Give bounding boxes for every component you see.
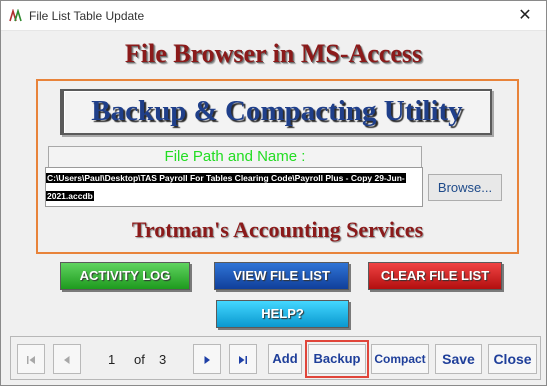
page-title: File Browser in MS-Access (124, 39, 423, 68)
next-record-button[interactable] (193, 344, 221, 374)
record-navigation-bar: 1 of 3 Add Backup Compact Save Close (10, 336, 541, 380)
last-record-button[interactable] (229, 344, 257, 374)
utility-title: Backup & Compacting Utility (91, 95, 463, 127)
total-record-count: 3 (159, 352, 167, 367)
close-button[interactable]: Close (488, 344, 537, 374)
file-path-label: File Path and Name : (48, 146, 422, 167)
browse-button[interactable]: Browse... (428, 174, 502, 201)
file-path-value: C:\Users\Paul\Desktop\TAS Payroll For Ta… (46, 173, 406, 201)
file-path-field[interactable]: C:\Users\Paul\Desktop\TAS Payroll For Ta… (45, 167, 423, 207)
save-button[interactable]: Save (435, 344, 482, 374)
company-name: Trotman's Accounting Services (131, 217, 424, 242)
previous-record-icon (64, 355, 70, 364)
first-record-icon (27, 355, 35, 364)
utility-title-box: Backup & Compacting Utility (60, 89, 492, 135)
view-file-list-button[interactable]: VIEW FILE LIST (214, 262, 349, 290)
last-record-icon (239, 355, 247, 364)
window-title: File List Table Update (29, 9, 145, 23)
next-record-icon (204, 355, 210, 364)
title-bar: File List Table Update ✕ (1, 1, 546, 31)
record-of-label: of (134, 352, 145, 367)
close-icon[interactable]: ✕ (514, 5, 536, 27)
backup-button[interactable]: Backup (308, 344, 366, 374)
add-button[interactable]: Add (268, 344, 302, 374)
backup-panel: Backup & Compacting Utility File Path an… (36, 79, 519, 254)
access-app-icon (9, 9, 22, 22)
app-window: File List Table Update ✕ File Browser in… (0, 0, 547, 386)
current-record-number: 1 (108, 352, 116, 367)
compact-button[interactable]: Compact (371, 344, 429, 374)
activity-log-button[interactable]: ACTIVITY LOG (60, 262, 190, 290)
clear-file-list-button[interactable]: CLEAR FILE LIST (368, 262, 502, 290)
first-record-button[interactable] (17, 344, 45, 374)
help-button[interactable]: HELP? (216, 300, 349, 328)
previous-record-button[interactable] (53, 344, 81, 374)
